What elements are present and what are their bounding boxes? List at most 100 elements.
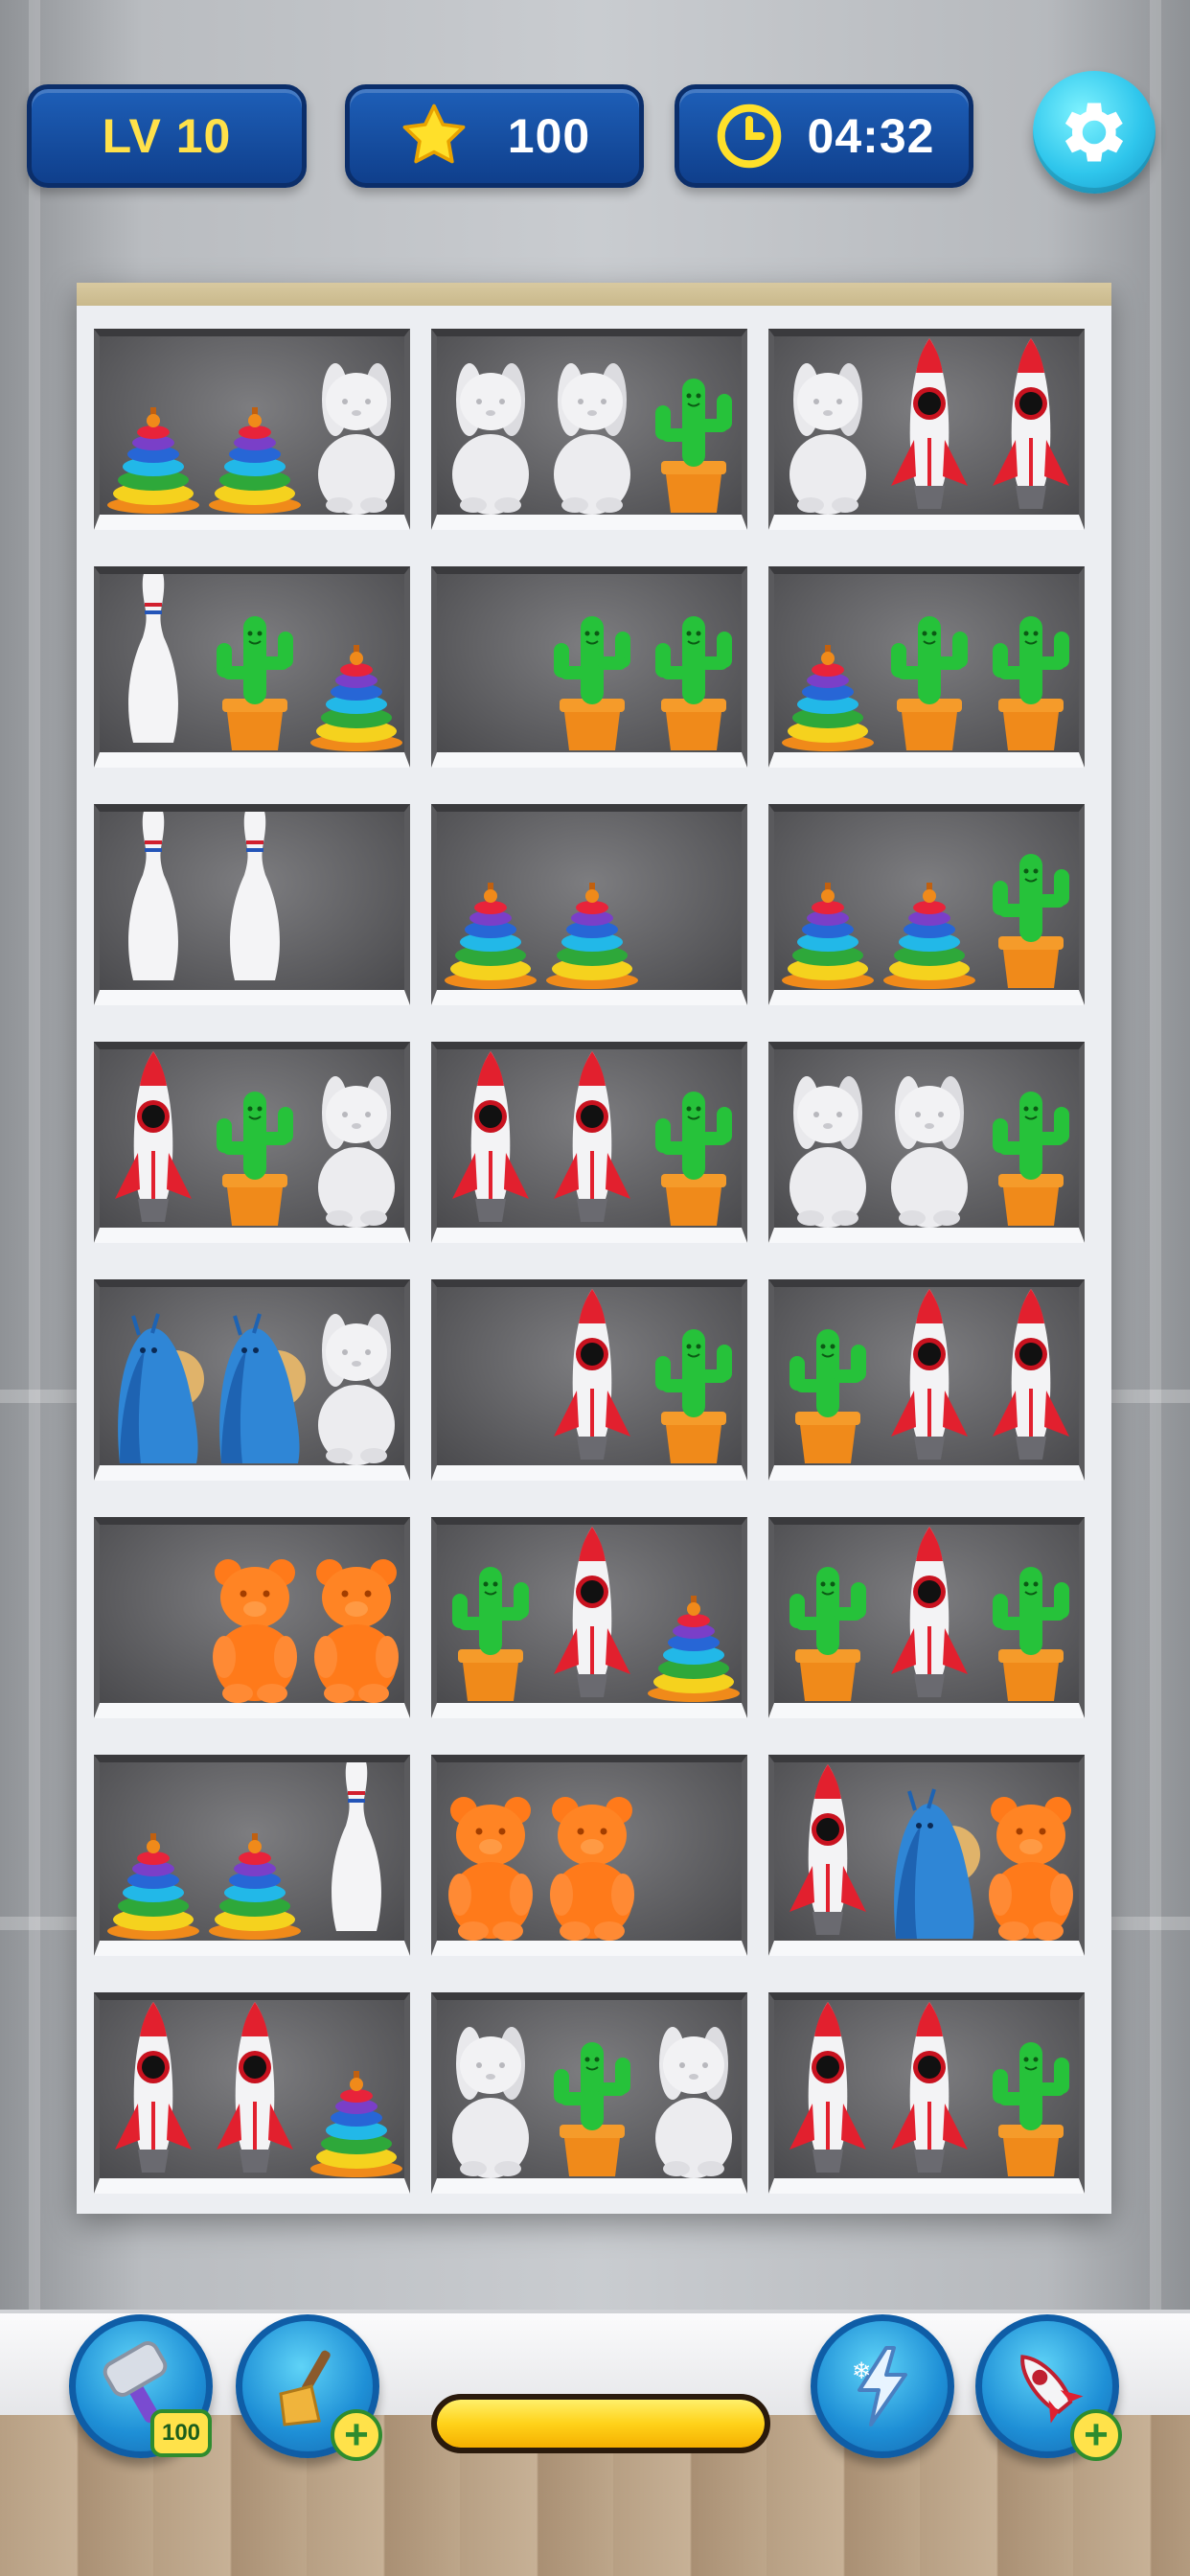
shelf-cubby[interactable] [94,1042,410,1243]
snail-toy-slot[interactable] [103,1287,204,1465]
shelf-cubby[interactable] [768,1992,1085,2194]
rocket-toy-slot[interactable] [205,2000,305,2178]
rocket-toy-slot[interactable] [103,1049,203,1228]
pin-toy-slot[interactable] [307,1762,404,1941]
bunny-toy-slot[interactable] [307,336,404,515]
shelf-cubby[interactable] [431,804,747,1005]
cactus-toy-slot[interactable] [205,574,305,752]
shelf-cubby[interactable] [94,1279,410,1481]
rocket-toy-slot[interactable] [542,1525,642,1703]
shelf-cubby[interactable] [431,1042,747,1243]
shelf-cubby[interactable] [768,804,1085,1005]
rocket-toy-slot[interactable] [981,336,1079,515]
cactus-toy-slot[interactable] [981,574,1079,752]
bunny-icon [778,342,878,515]
pyramid-toy-slot[interactable] [103,1762,203,1941]
shelf-cubby[interactable] [431,1517,747,1718]
bear-toy-slot[interactable] [205,1525,305,1703]
pyramid-toy-slot[interactable] [778,812,878,990]
cactus-toy-slot[interactable] [205,1049,305,1228]
bear-toy-slot[interactable] [441,1762,540,1941]
rocket-toy-slot[interactable] [880,336,979,515]
pin-toy-slot[interactable] [205,812,305,990]
cactus-toy-slot[interactable] [644,574,742,752]
cactus-toy-slot[interactable] [778,1287,878,1465]
pyramid-toy-slot[interactable] [307,2000,404,2178]
pyramid-toy-slot[interactable] [205,336,305,515]
shelf-cubby[interactable] [94,1992,410,2194]
hammer-booster-button[interactable]: 100 [69,2314,213,2458]
freeze-booster-button[interactable]: ❄ [811,2314,954,2458]
rocket-toy-slot[interactable] [778,1762,878,1941]
cactus-toy-slot[interactable] [981,812,1079,990]
cactus-toy-slot[interactable] [981,1525,1079,1703]
rocket-toy-slot[interactable] [880,1525,979,1703]
pin-toy-slot[interactable] [103,812,203,990]
rocket-toy-slot[interactable] [542,1287,642,1465]
rocket-toy-slot[interactable] [441,1049,540,1228]
cactus-toy-slot[interactable] [981,2000,1079,2178]
rocket-toy-slot[interactable] [778,2000,878,2178]
rocket-toy-slot[interactable] [103,2000,203,2178]
cactus-toy-slot[interactable] [880,574,979,752]
shelf-cubby[interactable] [94,566,410,768]
pyramid-icon [780,637,876,752]
settings-button[interactable] [1033,71,1156,194]
bunny-toy-slot[interactable] [778,336,878,515]
shelf-cubby[interactable] [431,566,747,768]
bear-toy-slot[interactable] [542,1762,642,1941]
bunny-toy-slot[interactable] [307,1287,404,1465]
pyramid-toy-slot[interactable] [205,1762,305,1941]
rocket-toy-slot[interactable] [880,1287,979,1465]
cactus-toy-slot[interactable] [441,1525,540,1703]
pyramid-toy-slot[interactable] [880,812,979,990]
bunny-toy-slot[interactable] [778,1049,878,1228]
snail-toy-slot[interactable] [880,1762,980,1941]
bunny-toy-slot[interactable] [441,2000,540,2178]
pin-toy-slot[interactable] [103,574,203,752]
shelf-cubby[interactable] [94,329,410,530]
rocket-toy-slot[interactable] [880,2000,979,2178]
shelf-cubby[interactable] [94,1755,410,1956]
snail-toy-slot[interactable] [205,1287,306,1465]
shelf-top [77,283,1111,306]
pyramid-toy-slot[interactable] [778,574,878,752]
shelf-cubby[interactable] [431,1279,747,1481]
rocket-toy-slot[interactable] [542,1049,642,1228]
cactus-toy-slot[interactable] [778,1525,878,1703]
bear-toy-slot[interactable] [307,1525,404,1703]
shelf-cubby[interactable] [94,1517,410,1718]
pyramid-toy-slot[interactable] [542,812,642,990]
cactus-icon [981,1550,1079,1703]
bunny-toy-slot[interactable] [644,2000,742,2178]
bunny-toy-slot[interactable] [880,1049,979,1228]
shelf-cubby[interactable] [768,566,1085,768]
pyramid-toy-slot[interactable] [644,1525,742,1703]
shelf-cubby[interactable] [768,1279,1085,1481]
bunny-toy-slot[interactable] [307,1049,404,1228]
pyramid-toy-slot[interactable] [307,574,404,752]
shelf-cubby[interactable] [431,329,747,530]
cactus-toy-slot[interactable] [644,336,742,515]
shelf-cubby[interactable] [94,804,410,1005]
rocket-booster-button[interactable]: + [975,2314,1122,2461]
cactus-toy-slot[interactable] [542,574,642,752]
cactus-toy-slot[interactable] [542,2000,642,2178]
bunny-toy-slot[interactable] [441,336,540,515]
bear-toy-slot[interactable] [981,1762,1079,1941]
shelf-cubby[interactable] [431,1992,747,2194]
cactus-icon [441,1550,540,1703]
broom-booster-button[interactable]: + [236,2314,382,2461]
cactus-toy-slot[interactable] [644,1049,742,1228]
pyramid-toy-slot[interactable] [103,336,203,515]
shelf-cubby[interactable] [768,1517,1085,1718]
shelf-cubby[interactable] [768,1755,1085,1956]
rocket-toy-slot[interactable] [981,1287,1079,1465]
cactus-toy-slot[interactable] [981,1049,1079,1228]
shelf-cubby[interactable] [768,1042,1085,1243]
pyramid-toy-slot[interactable] [441,812,540,990]
shelf-cubby[interactable] [768,329,1085,530]
bunny-toy-slot[interactable] [542,336,642,515]
cactus-toy-slot[interactable] [644,1287,742,1465]
shelf-cubby[interactable] [431,1755,747,1956]
